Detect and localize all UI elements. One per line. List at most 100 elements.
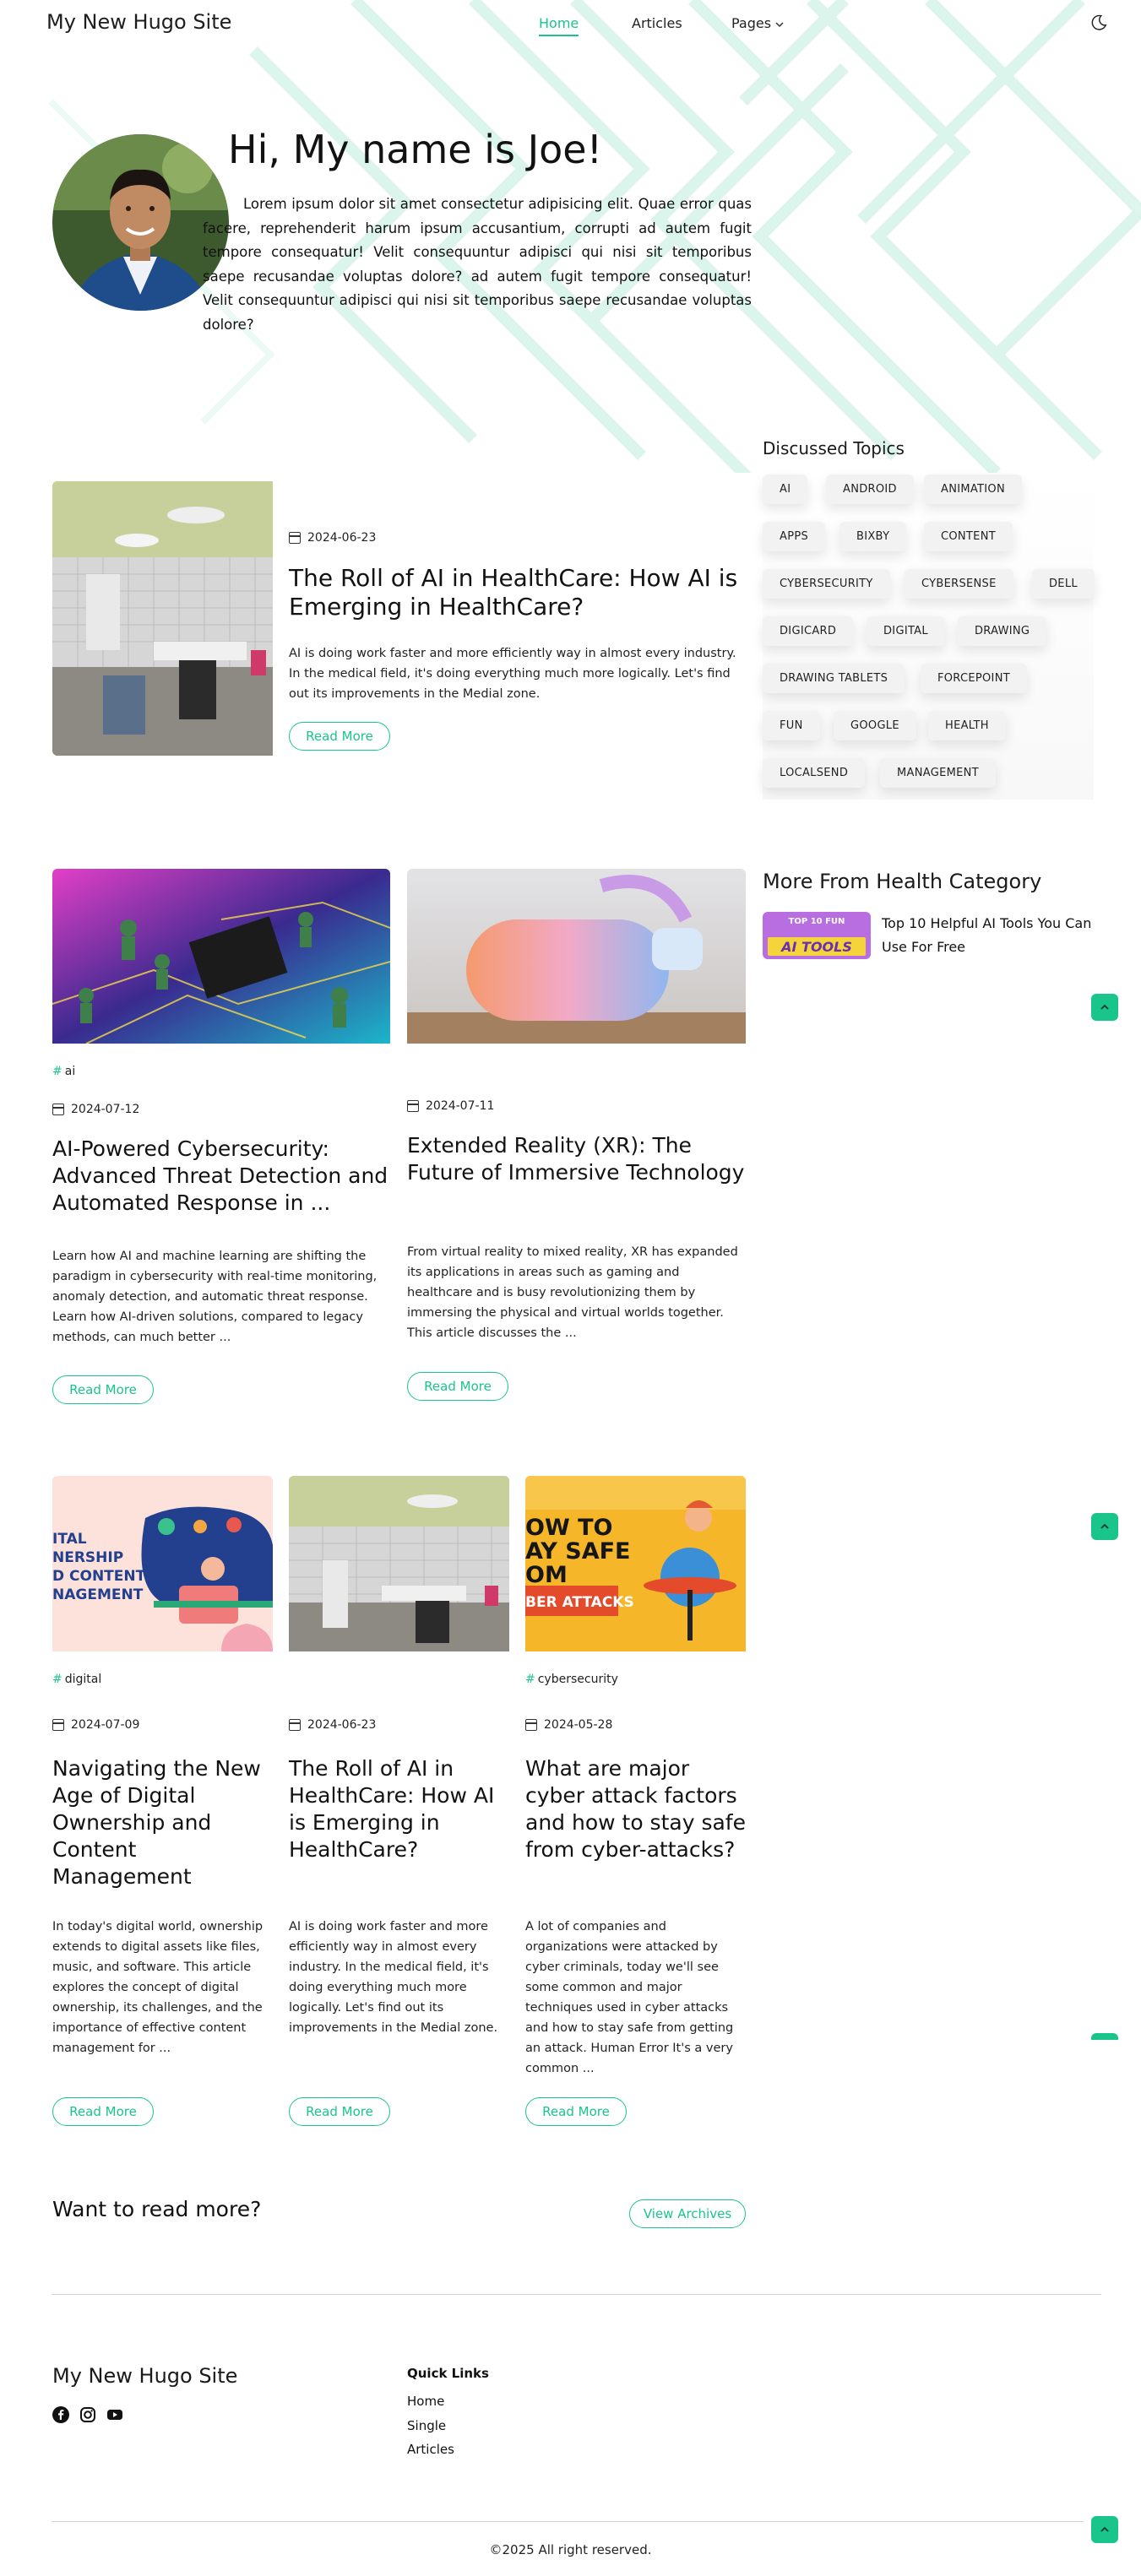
tag-cybersense[interactable]: CYBERSENSE <box>905 569 1013 599</box>
post-excerpt: AI is doing work faster and more efficie… <box>289 1920 498 2035</box>
scroll-to-top-button[interactable] <box>1091 1513 1118 1540</box>
site-header: My New Hugo Site Home Articles Pages <box>0 0 1141 49</box>
read-more-button[interactable]: Read More <box>289 2097 390 2126</box>
instagram-icon[interactable] <box>79 2406 96 2423</box>
social-links <box>52 2406 123 2423</box>
post-category-label: ai <box>64 1065 76 1078</box>
post-date-text: 2024-07-11 <box>426 1099 495 1113</box>
more-from-category-heading: More From Health Category <box>763 870 1042 893</box>
post-category-ai[interactable]: # ai <box>52 1065 75 1078</box>
tag-apps[interactable]: APPS <box>763 522 826 551</box>
tag-fun[interactable]: FUN <box>763 711 820 740</box>
post-image-xr[interactable] <box>407 869 746 1044</box>
read-more-button[interactable]: Read More <box>52 2097 154 2126</box>
post-image-ai-cybersecurity[interactable] <box>52 869 390 1044</box>
scroll-to-top-button[interactable] <box>1091 994 1118 1021</box>
post-title[interactable]: Extended Reality (XR): The Future of Imm… <box>407 1132 745 1186</box>
copyright-text: ©2025 All right reserved. <box>489 2542 652 2557</box>
hash-icon: # <box>52 1673 62 1686</box>
featured-read-more-button[interactable]: Read More <box>289 722 390 751</box>
tag-digicard[interactable]: DIGICARD <box>763 616 854 646</box>
featured-post-excerpt: AI is doing work faster and more efficie… <box>289 647 736 701</box>
read-more-button[interactable]: Read More <box>407 1372 508 1401</box>
tag-bixby[interactable]: BIXBY <box>839 522 907 551</box>
chevron-down-icon <box>775 21 784 27</box>
tag-digital[interactable]: DIGITAL <box>867 616 945 646</box>
footer-divider <box>52 2294 1101 2295</box>
post-title[interactable]: The Roll of AI in HealthCare: How AI is … <box>289 1755 509 1863</box>
site-title[interactable]: My New Hugo Site <box>46 10 231 34</box>
footer-link-single[interactable]: Single <box>407 2414 454 2438</box>
tag-android[interactable]: ANDROID <box>826 475 914 504</box>
chevron-up-icon <box>1100 1523 1109 1529</box>
youtube-icon[interactable] <box>106 2406 123 2423</box>
post-category-label: cybersecurity <box>537 1673 618 1686</box>
post-excerpt: A lot of companies and organizations wer… <box>525 1920 734 2075</box>
img-text-line4: NAGEMENT <box>52 1586 144 1603</box>
tag-animation[interactable]: ANIMATION <box>924 475 1022 504</box>
post-title[interactable]: What are major cyber attack factors and … <box>525 1755 746 1863</box>
copyright-divider <box>52 2521 1083 2522</box>
post-category-cybersecurity[interactable]: # cybersecurity <box>525 1673 618 1686</box>
post-date: 2024-07-11 <box>407 1099 494 1113</box>
post-category-label: digital <box>64 1673 102 1686</box>
chevron-up-icon <box>1100 2526 1109 2532</box>
featured-post-image[interactable] <box>52 481 273 756</box>
calendar-icon <box>407 1100 419 1112</box>
discussed-topics-heading: Discussed Topics <box>763 438 905 458</box>
post-title[interactable]: Navigating the New Age of Digital Owners… <box>52 1755 273 1890</box>
hash-icon: # <box>52 1065 62 1078</box>
img-text-line3: D CONTENT <box>52 1568 146 1585</box>
calendar-icon <box>52 1719 64 1731</box>
nav-pages-dropdown[interactable]: Pages <box>731 15 784 31</box>
post-image-ai-healthcare[interactable] <box>289 1476 509 1651</box>
img-text-line2: NERSHIP <box>52 1549 123 1566</box>
post-image-digital-ownership[interactable]: ITAL NERSHIP D CONTENT NAGEMENT <box>52 1476 273 1651</box>
read-more-button[interactable]: Read More <box>525 2097 627 2126</box>
nav-home-link[interactable]: Home <box>539 15 579 36</box>
footer-link-home[interactable]: Home <box>407 2389 454 2414</box>
post-date-text: 2024-06-23 <box>307 1718 377 1732</box>
tag-ai[interactable]: AI <box>763 475 808 504</box>
tag-drawing-tablets[interactable]: DRAWING TABLETS <box>763 664 905 693</box>
read-more-button[interactable]: Read More <box>52 1375 154 1404</box>
post-category-digital[interactable]: # digital <box>52 1673 101 1686</box>
footer-site-title[interactable]: My New Hugo Site <box>52 2364 237 2388</box>
calendar-icon <box>525 1719 537 1731</box>
tag-google[interactable]: GOOGLE <box>834 711 916 740</box>
tag-dell[interactable]: DELL <box>1032 569 1095 599</box>
thumb-text-top: TOP 10 FUN <box>789 917 845 926</box>
calendar-icon <box>289 532 301 544</box>
quick-links-heading: Quick Links <box>407 2366 489 2381</box>
tag-health[interactable]: HEALTH <box>928 711 1006 740</box>
moon-icon[interactable] <box>1089 14 1108 32</box>
tag-drawing[interactable]: DRAWING <box>958 616 1047 646</box>
img-text-line1: ITAL <box>52 1531 87 1548</box>
post-date: 2024-07-12 <box>52 1103 139 1116</box>
facebook-icon[interactable] <box>52 2406 69 2423</box>
post-image-cyber-attacks[interactable]: OW TO AY SAFE OM BER ATTACKS <box>525 1476 746 1651</box>
post-date: 2024-05-28 <box>525 1718 612 1732</box>
featured-post-title[interactable]: The Roll of AI in HealthCare: How AI is … <box>289 564 758 621</box>
hash-icon: # <box>525 1673 535 1686</box>
more-post-thumbnail[interactable]: TOP 10 FUN AI TOOLS <box>763 912 871 959</box>
view-archives-button[interactable]: View Archives <box>629 2199 746 2228</box>
tag-cybersecurity[interactable]: CYBERSECURITY <box>763 569 890 599</box>
scroll-to-top-button-partial[interactable] <box>1091 2033 1118 2040</box>
post-date-text: 2024-05-28 <box>544 1718 613 1732</box>
hero-intro-text: Lorem ipsum dolor sit amet consectetur a… <box>203 196 752 333</box>
tag-management[interactable]: MANAGEMENT <box>880 758 996 788</box>
post-excerpt: Learn how AI and machine learning are sh… <box>52 1250 378 1344</box>
post-date: 2024-07-09 <box>52 1718 139 1732</box>
scroll-to-top-button[interactable] <box>1091 2516 1118 2543</box>
thumb-text-bottom: AI TOOLS <box>780 939 852 955</box>
post-title[interactable]: AI-Powered Cybersecurity: Advanced Threa… <box>52 1136 390 1217</box>
tag-content[interactable]: CONTENT <box>924 522 1013 551</box>
nav-articles-link[interactable]: Articles <box>632 15 682 31</box>
img-text-line2: AY SAFE <box>525 1538 631 1565</box>
tag-forcepoint[interactable]: FORCEPOINT <box>921 664 1027 693</box>
footer-link-articles[interactable]: Articles <box>407 2438 454 2462</box>
tag-localsend[interactable]: LOCALSEND <box>763 758 866 788</box>
calendar-icon <box>289 1719 301 1731</box>
more-post-title[interactable]: Top 10 Helpful AI Tools You Can Use For … <box>882 912 1093 959</box>
